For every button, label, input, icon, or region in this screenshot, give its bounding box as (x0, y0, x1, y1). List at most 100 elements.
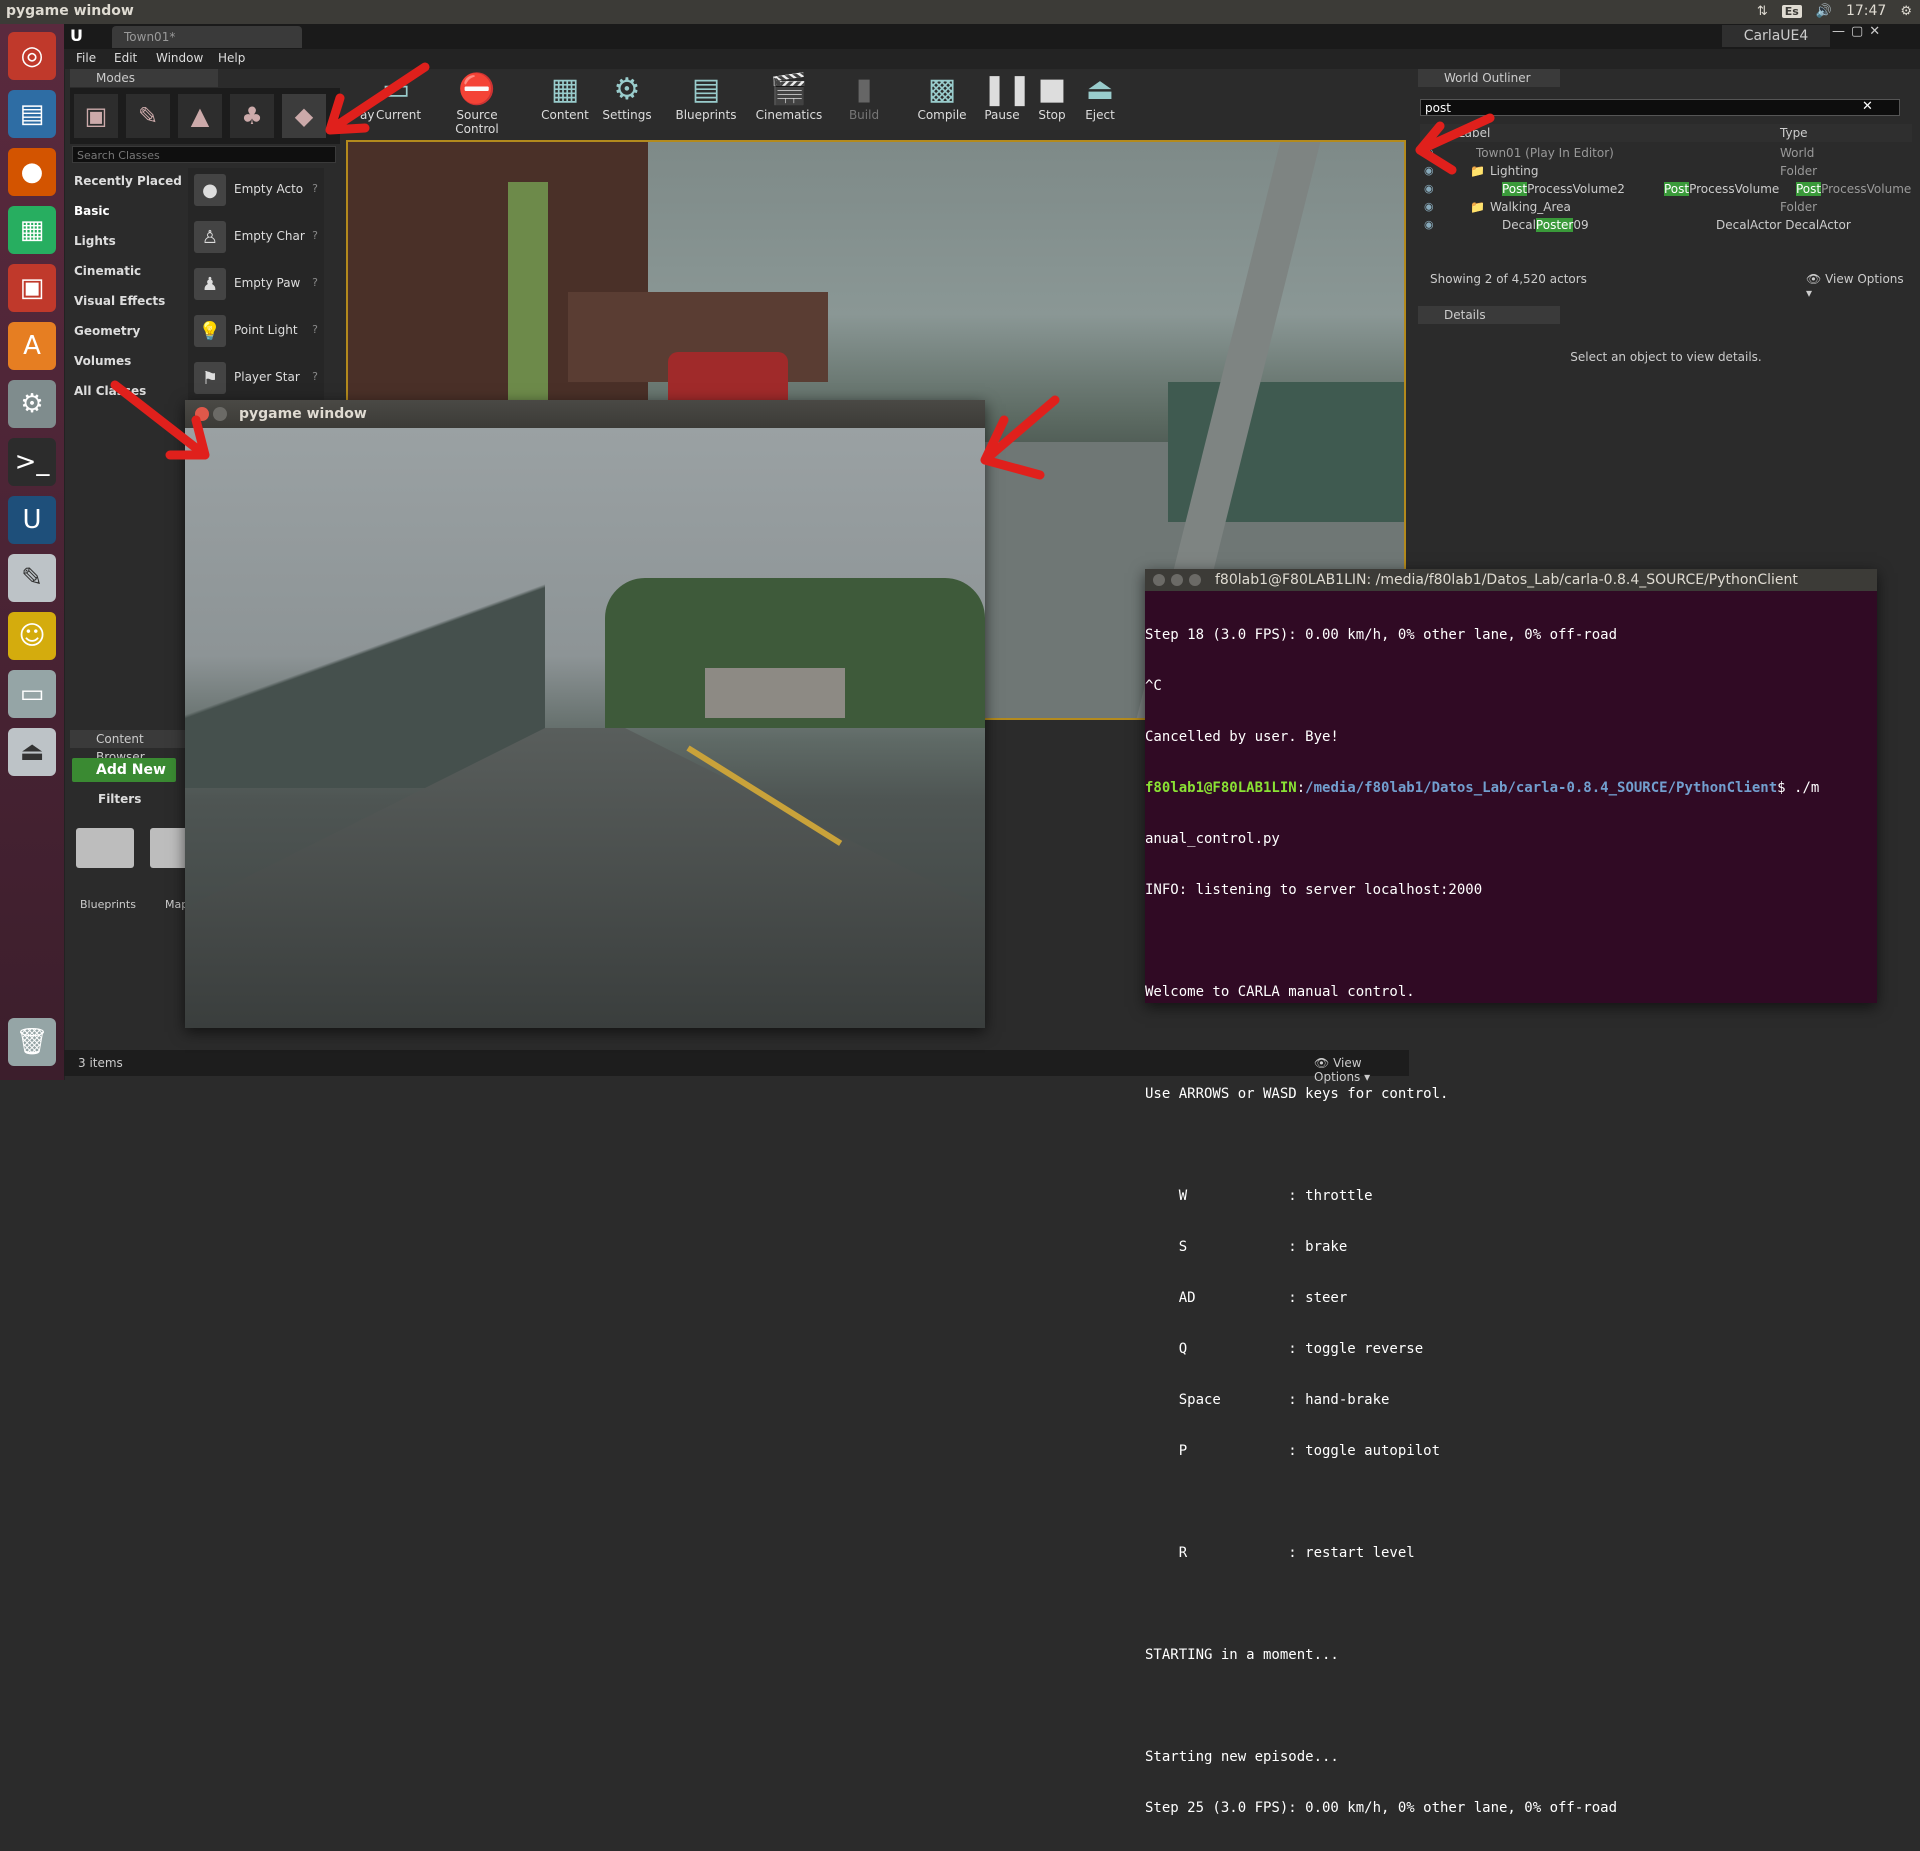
help-icon[interactable]: ? (312, 323, 318, 336)
place-mode-icon[interactable]: ▣ (74, 94, 118, 138)
paint-mode-icon[interactable]: ✎ (126, 94, 170, 138)
category-visual-effects[interactable]: Visual Effects (74, 294, 165, 308)
table-row[interactable]: ◉ 📁 Walking_Area Folder (1420, 199, 1912, 217)
tab-modes[interactable]: Modes (70, 69, 218, 87)
camera-view[interactable] (185, 428, 985, 1028)
help-icon[interactable]: ? (312, 370, 318, 383)
category-all-classes[interactable]: All Classes (74, 384, 146, 398)
category-recently-placed[interactable]: Recently Placed (74, 174, 182, 188)
minimize-icon[interactable] (1171, 574, 1183, 586)
menu-window[interactable]: Window (156, 51, 203, 65)
settings-button[interactable]: ⚙ Settings (602, 70, 652, 130)
stop-button[interactable]: ■ Stop (1034, 70, 1070, 130)
software-center-icon[interactable]: A (8, 322, 56, 370)
close-icon[interactable]: ✕ (1869, 24, 1880, 39)
text-editor-doc-icon[interactable]: ▤ (8, 90, 56, 138)
content-button[interactable]: ▦ Content (540, 70, 590, 130)
tab-world-outliner[interactable]: World Outliner (1418, 69, 1560, 87)
category-cinematic[interactable]: Cinematic (74, 264, 141, 278)
table-row[interactable]: ◉ 📁 Lighting Folder (1420, 163, 1912, 181)
outliner-search-input[interactable]: post (1420, 99, 1900, 116)
terminal-icon[interactable]: >_ (8, 438, 56, 486)
presentation-icon[interactable]: ▣ (8, 264, 56, 312)
visibility-eye-icon[interactable]: ◉ (1424, 200, 1434, 213)
help-icon[interactable]: ? (312, 229, 318, 242)
gear-icon[interactable]: ⚙ (1900, 4, 1912, 19)
help-icon[interactable]: ? (312, 182, 318, 195)
tab-details[interactable]: Details (1418, 306, 1560, 324)
build-button[interactable]: ▮ Build (844, 70, 884, 130)
maximize-icon[interactable]: ▢ (1851, 24, 1863, 39)
close-icon[interactable] (1153, 574, 1165, 586)
clock[interactable]: 17:47 (1846, 3, 1886, 19)
visibility-eye-icon[interactable]: ◉ (1424, 218, 1434, 231)
foliage-mode-icon[interactable]: ♣ (230, 94, 274, 138)
source-control-button[interactable]: ⛔ Source Control (434, 70, 520, 136)
table-row[interactable]: ◉ Town01 (Play In Editor) World (1420, 145, 1912, 163)
menu-edit[interactable]: Edit (114, 51, 137, 65)
usb-drive-icon[interactable]: ⏏ (8, 728, 56, 776)
landscape-mode-icon[interactable]: ▲ (178, 94, 222, 138)
system-settings-icon[interactable]: ⚙ (8, 380, 56, 428)
column-type[interactable]: Type (1780, 126, 1808, 140)
folder-icon[interactable] (150, 828, 190, 868)
eject-button[interactable]: ⏏ Eject (1082, 70, 1118, 130)
cinematics-button[interactable]: 🎬 Cinematics (754, 70, 824, 130)
trash-icon[interactable]: 🗑 (8, 1018, 56, 1066)
list-item[interactable]: ♙ Empty Char? (192, 219, 322, 255)
close-icon[interactable] (195, 407, 209, 421)
terminal-output[interactable]: Step 18 (3.0 FPS): 0.00 km/h, 0% other l… (1145, 593, 1877, 1816)
geometry-mode-icon[interactable]: ◆ (282, 94, 326, 138)
minimize-icon[interactable]: — (1832, 24, 1845, 39)
outliner-view-options-button[interactable]: 👁 View Options ▾ (1806, 272, 1912, 300)
list-item[interactable]: 💡 Point Light? (192, 313, 322, 349)
spreadsheet-icon[interactable]: ▦ (8, 206, 56, 254)
level-tab[interactable]: Town01* (112, 26, 302, 48)
menu-file[interactable]: File (76, 51, 96, 65)
category-basic[interactable]: Basic (74, 204, 110, 218)
terminal-window[interactable]: f80lab1@F80LAB1LIN: /media/f80lab1/Datos… (1145, 569, 1877, 1816)
category-volumes[interactable]: Volumes (74, 354, 131, 368)
add-new-button[interactable]: Add New (72, 758, 176, 782)
maximize-icon[interactable] (1189, 574, 1201, 586)
list-item[interactable]: ♟ Empty Paw? (192, 266, 322, 302)
compile-button[interactable]: ▩ Compile (914, 70, 970, 130)
help-icon[interactable]: ? (312, 276, 318, 289)
folder-icon[interactable] (76, 828, 134, 868)
search-classes-input[interactable]: Search Classes (72, 146, 336, 163)
column-label[interactable]: Label (1458, 126, 1490, 140)
visibility-eye-icon[interactable]: ◉ (1424, 164, 1434, 177)
drive-icon[interactable]: ▭ (8, 670, 56, 718)
pygame-titlebar[interactable]: pygame window (185, 400, 985, 428)
firefox-icon[interactable]: ● (8, 148, 56, 196)
list-item[interactable]: ● Empty Acto? (192, 172, 322, 208)
tab-content-browser[interactable]: Content Browser (70, 730, 190, 764)
text-editor-icon[interactable]: ✎ (8, 554, 56, 602)
list-item[interactable]: ⚑ Player Star? (192, 360, 322, 396)
terminal-titlebar[interactable]: f80lab1@F80LAB1LIN: /media/f80lab1/Datos… (1145, 569, 1877, 591)
visibility-eye-icon[interactable]: ◉ (1424, 146, 1434, 159)
visibility-eye-icon[interactable]: ◉ (1424, 182, 1434, 195)
menu-help[interactable]: Help (218, 51, 245, 65)
current-button[interactable]: ▭ Current (376, 70, 421, 130)
keyboard-layout-indicator[interactable]: Es (1781, 4, 1802, 18)
pause-button[interactable]: ❚❚ Pause (982, 70, 1032, 130)
play-button-partial[interactable]: ay (360, 70, 374, 130)
launcher: ◎ ▤ ● ▦ ▣ A ⚙ >_ U ✎ ☺ ▭ ⏏ 🗑 (0, 24, 65, 1080)
ubuntu-dash-icon[interactable]: ◎ (8, 32, 56, 80)
category-lights[interactable]: Lights (74, 234, 116, 248)
actor-count: Showing 2 of 4,520 actors (1430, 272, 1587, 286)
blueprints-button[interactable]: ▤ Blueprints (674, 70, 738, 130)
minimize-icon[interactable] (213, 407, 227, 421)
clear-search-icon[interactable]: ✕ (1862, 99, 1873, 114)
category-geometry[interactable]: Geometry (74, 324, 140, 338)
filters-button[interactable]: Filters (98, 792, 141, 806)
game-icon[interactable]: ☺ (8, 612, 56, 660)
table-row[interactable]: ◉ PostProcessVolume2 PostProcessVolume P… (1420, 181, 1912, 199)
network-icon[interactable]: ⇅ (1757, 4, 1768, 19)
unreal-engine-icon[interactable]: U (8, 496, 56, 544)
table-row[interactable]: ◉ DecalPoster09 DecalActor DecalActor (1420, 217, 1912, 235)
pygame-window[interactable]: pygame window (185, 400, 985, 1028)
volume-icon[interactable]: 🔊 (1816, 4, 1832, 19)
